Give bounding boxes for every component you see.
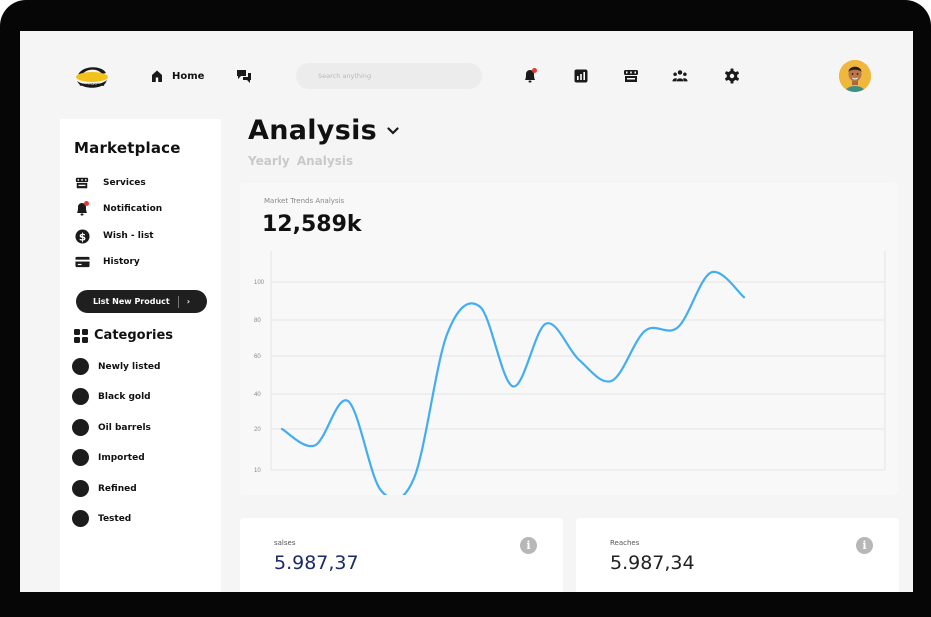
category-label: Oil barrels xyxy=(98,422,151,433)
category-dot xyxy=(72,358,89,375)
sidebar-item-label: Wish - list xyxy=(103,231,154,241)
sidebar-item-label: Notification xyxy=(103,204,163,214)
chevron-right-icon: › xyxy=(186,297,191,306)
chevron-down-icon xyxy=(387,126,399,135)
category-dot xyxy=(72,388,89,405)
sidebar-item-label: History xyxy=(103,257,140,267)
category-item-refined[interactable]: Refined xyxy=(72,480,137,497)
bell-icon-svg xyxy=(525,68,537,83)
store-icon[interactable] xyxy=(623,68,639,84)
y-tick-label: 40 xyxy=(254,392,261,398)
sidebar-item-notification[interactable]: Notification xyxy=(74,201,162,217)
card-icon xyxy=(74,254,90,270)
category-label: Newly listed xyxy=(98,361,161,372)
sidebar-item-label: Services xyxy=(103,178,146,188)
stat-label: Reaches xyxy=(610,539,640,547)
category-item-tested[interactable]: Tested xyxy=(72,510,131,527)
device-bottom-bar xyxy=(0,592,931,617)
logo-text: CONNECTUS xyxy=(79,83,105,87)
category-label: Tested xyxy=(98,513,132,524)
market-trends-card: Market Trends Analysis 12,589k 100 80 60 40… xyxy=(240,183,898,495)
list-new-product-label: List New Product xyxy=(92,297,170,306)
category-item-oil-barrels[interactable]: Oil barrels xyxy=(72,419,151,436)
category-label: Imported xyxy=(98,452,145,463)
nav-home[interactable]: Home xyxy=(150,69,204,83)
category-dot xyxy=(72,449,89,466)
categories-title: Categories xyxy=(94,328,174,343)
category-dot xyxy=(72,419,89,436)
search-input[interactable]: Search anything xyxy=(296,63,482,89)
users-icon-svg xyxy=(672,70,688,82)
home-icon xyxy=(152,70,162,82)
line-chart: 100 80 60 40 20 10 xyxy=(254,251,886,495)
stat-value: 5.987,34 xyxy=(610,552,695,574)
category-dot xyxy=(72,510,89,527)
stat-label: salses xyxy=(274,539,296,547)
stat-card-sales: salses 5.987,37 i xyxy=(240,518,563,592)
bell-icon xyxy=(74,201,90,217)
category-label: Refined xyxy=(98,483,137,494)
stat-card-reaches: Reaches 5.987,34 i xyxy=(576,518,899,592)
store-icon xyxy=(74,175,90,191)
gear-icon[interactable] xyxy=(724,68,740,84)
chart-icon[interactable] xyxy=(573,68,589,84)
dollar-icon: $ xyxy=(74,228,90,244)
chart-icon-svg xyxy=(574,69,588,83)
sidebar-item-wish-list[interactable]: $ Wish - list xyxy=(74,228,154,244)
categories-heading: Categories xyxy=(74,328,173,343)
grid-icon xyxy=(74,328,88,343)
category-item-newly-listed[interactable]: Newly listed xyxy=(72,358,160,375)
series-line xyxy=(280,270,746,495)
y-tick-label: 100 xyxy=(254,280,265,286)
chat-icon[interactable] xyxy=(236,68,252,84)
avatar-illustration xyxy=(839,60,871,92)
category-item-black-gold[interactable]: Black gold xyxy=(72,388,151,405)
page-title-text: Analysis xyxy=(248,115,377,146)
svg-text:$: $ xyxy=(78,231,85,243)
list-new-product-button[interactable]: List New Product › xyxy=(76,290,207,313)
nav-home-label: Home xyxy=(172,70,205,82)
info-icon[interactable]: i xyxy=(856,537,873,554)
y-tick-label: 20 xyxy=(254,427,261,433)
sidebar: Marketplace Services Notification $ Wish… xyxy=(60,119,221,592)
users-icon[interactable] xyxy=(672,68,688,84)
bell-icon[interactable] xyxy=(522,68,538,84)
store-icon-svg xyxy=(624,70,638,82)
app-screen: CONNECTUS Home Search anything Marketpla… xyxy=(20,31,913,592)
avatar[interactable] xyxy=(839,60,871,92)
info-icon[interactable]: i xyxy=(520,537,537,554)
category-dot xyxy=(72,480,89,497)
category-item-imported[interactable]: Imported xyxy=(72,449,145,466)
gear-icon-svg xyxy=(725,68,739,84)
category-label: Black gold xyxy=(98,391,151,402)
y-tick-label: 80 xyxy=(254,318,261,324)
stat-value: 5.987,37 xyxy=(274,552,359,574)
sidebar-item-history[interactable]: History xyxy=(74,254,140,270)
sidebar-title: Marketplace xyxy=(74,139,181,157)
y-tick-label: 60 xyxy=(254,354,261,360)
sidebar-item-services[interactable]: Services xyxy=(74,175,146,191)
y-tick-label: 10 xyxy=(254,468,261,474)
button-divider xyxy=(177,295,179,308)
chat-icon-svg xyxy=(237,70,251,83)
page-subtitle: Yearly Analysis xyxy=(248,154,354,168)
page-title[interactable]: Analysis xyxy=(248,115,399,146)
